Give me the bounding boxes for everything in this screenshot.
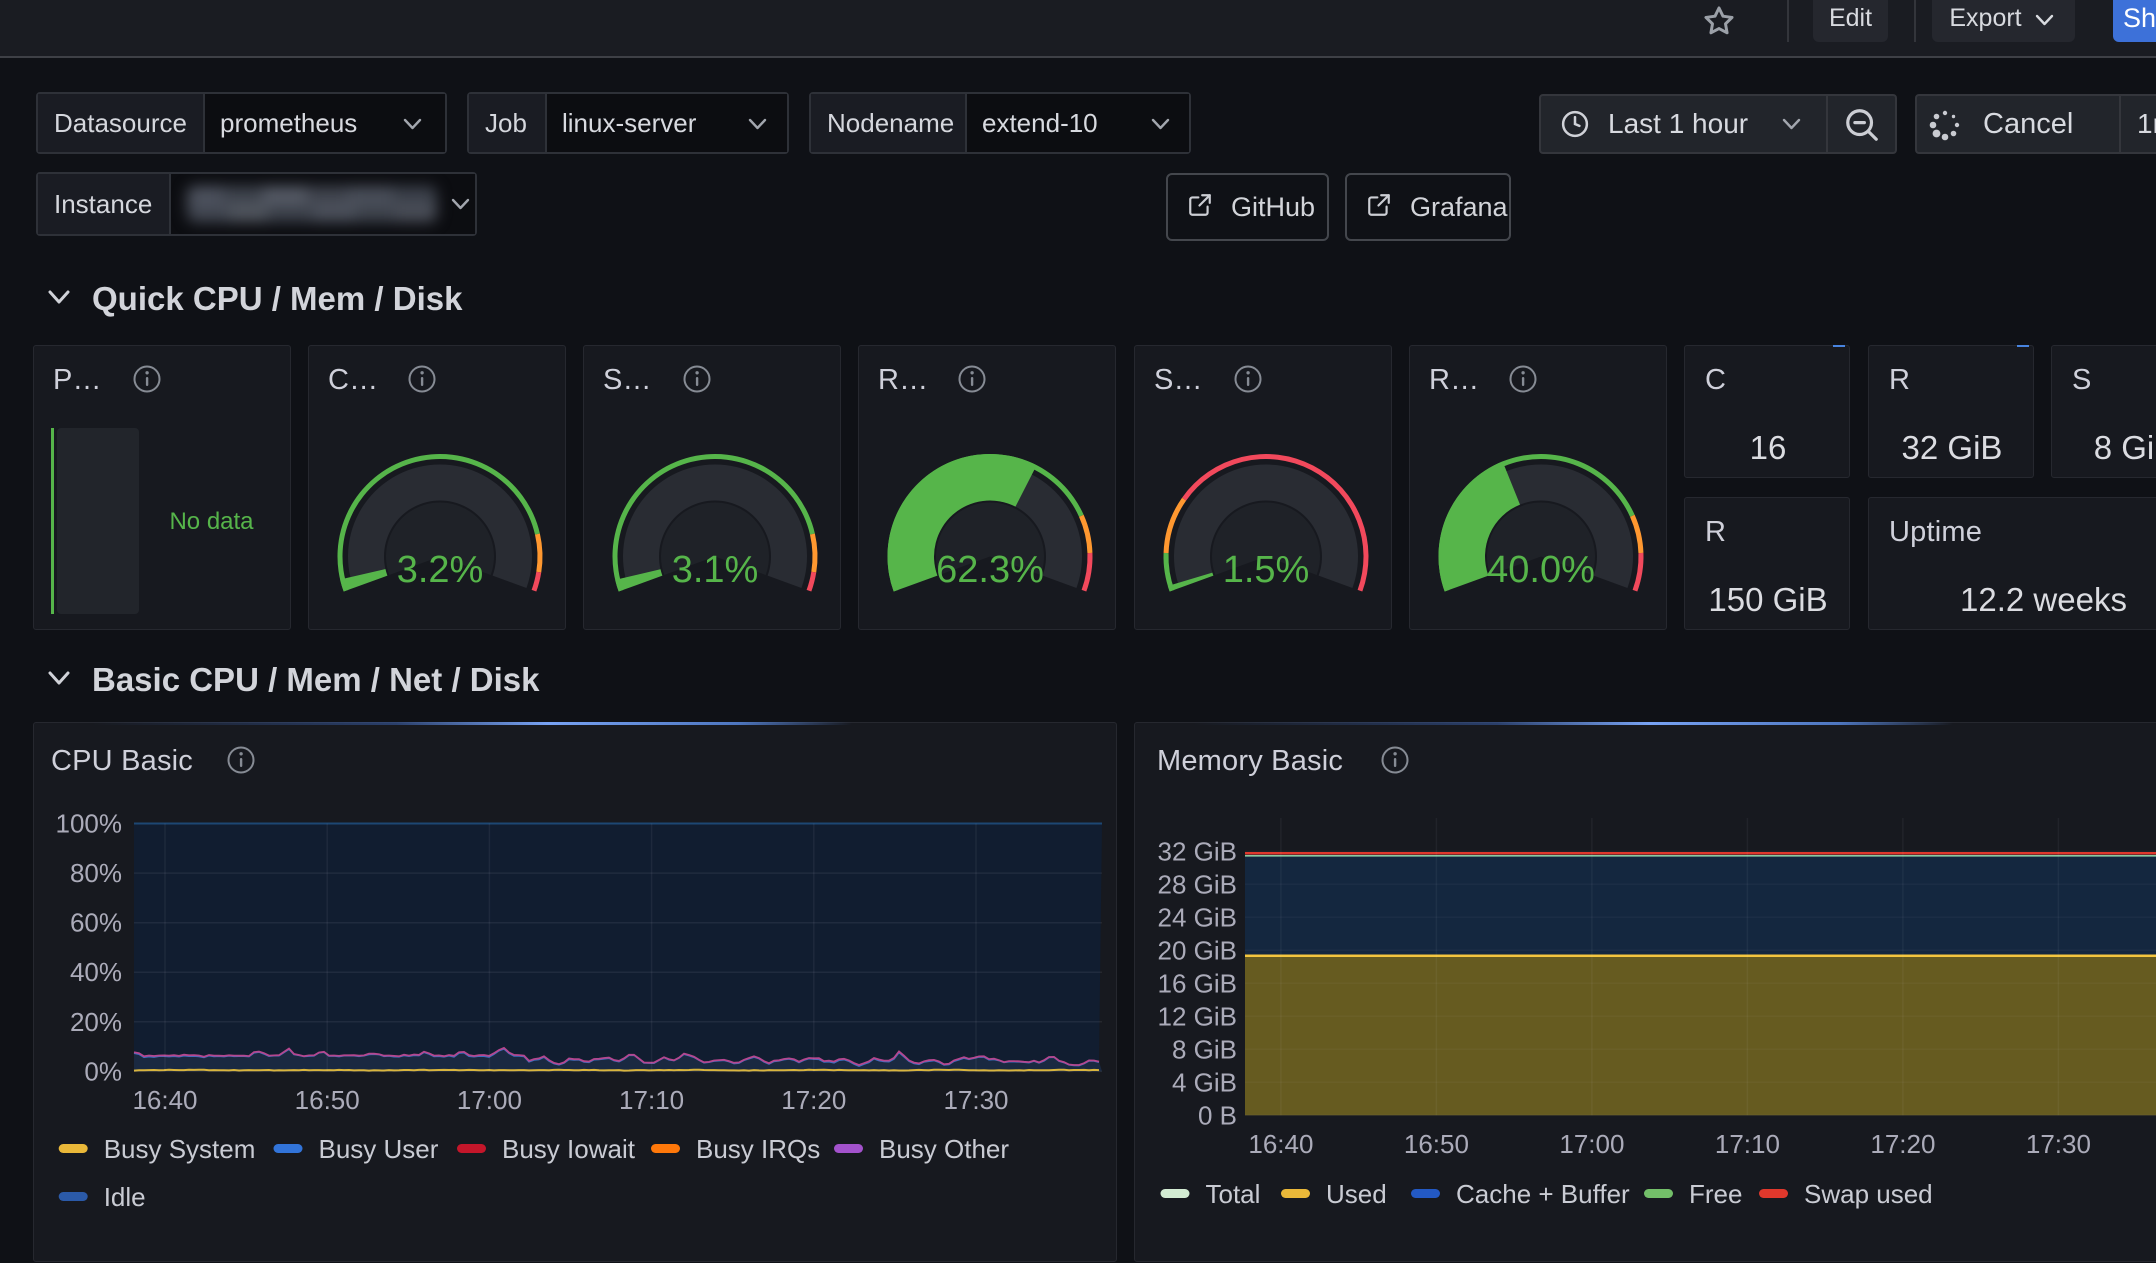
svg-text:60%: 60%	[70, 908, 122, 938]
svg-text:17:00: 17:00	[1559, 1129, 1624, 1159]
svg-text:Idle: Idle	[104, 1182, 146, 1212]
svg-text:1.5%: 1.5%	[1223, 549, 1310, 591]
svg-text:Total: Total	[1206, 1179, 1261, 1209]
svg-text:40.0%: 40.0%	[1487, 549, 1595, 591]
svg-text:17:10: 17:10	[619, 1085, 684, 1115]
svg-text:Busy Iowait: Busy Iowait	[502, 1134, 636, 1164]
svg-text:16:40: 16:40	[1248, 1129, 1313, 1159]
svg-text:80%: 80%	[70, 858, 122, 888]
svg-text:17:00: 17:00	[457, 1085, 522, 1115]
svg-text:17:20: 17:20	[781, 1085, 846, 1115]
svg-text:0 B: 0 B	[1198, 1100, 1237, 1130]
svg-text:17:30: 17:30	[2026, 1129, 2091, 1159]
svg-text:16:50: 16:50	[295, 1085, 360, 1115]
svg-text:20 GiB: 20 GiB	[1158, 935, 1238, 965]
svg-text:3.1%: 3.1%	[672, 549, 759, 591]
svg-text:Busy System: Busy System	[104, 1134, 256, 1164]
svg-text:16:40: 16:40	[132, 1085, 197, 1115]
svg-text:Used: Used	[1326, 1179, 1387, 1209]
svg-text:Free: Free	[1689, 1179, 1742, 1209]
svg-text:62.3%: 62.3%	[936, 549, 1044, 591]
svg-text:17:30: 17:30	[943, 1085, 1008, 1115]
svg-text:Busy Other: Busy Other	[879, 1134, 1009, 1164]
svg-text:Busy IRQs: Busy IRQs	[696, 1134, 820, 1164]
svg-text:40%: 40%	[70, 957, 122, 987]
svg-text:100%: 100%	[56, 809, 123, 839]
svg-text:32 GiB: 32 GiB	[1158, 836, 1238, 866]
svg-text:16:50: 16:50	[1404, 1129, 1469, 1159]
svg-text:20%: 20%	[70, 1007, 122, 1037]
svg-text:16 GiB: 16 GiB	[1158, 968, 1238, 998]
svg-text:Swap used: Swap used	[1804, 1179, 1933, 1209]
svg-text:0%: 0%	[84, 1056, 122, 1086]
svg-text:Busy User: Busy User	[319, 1134, 439, 1164]
svg-text:Cache + Buffer: Cache + Buffer	[1456, 1179, 1630, 1209]
svg-text:12 GiB: 12 GiB	[1158, 1001, 1238, 1031]
svg-text:28 GiB: 28 GiB	[1158, 869, 1238, 899]
svg-text:17:10: 17:10	[1715, 1129, 1780, 1159]
svg-text:8 GiB: 8 GiB	[1172, 1034, 1237, 1064]
svg-text:17:20: 17:20	[1870, 1129, 1935, 1159]
svg-text:24 GiB: 24 GiB	[1158, 902, 1238, 932]
svg-text:4 GiB: 4 GiB	[1172, 1067, 1237, 1097]
svg-text:3.2%: 3.2%	[397, 549, 484, 591]
